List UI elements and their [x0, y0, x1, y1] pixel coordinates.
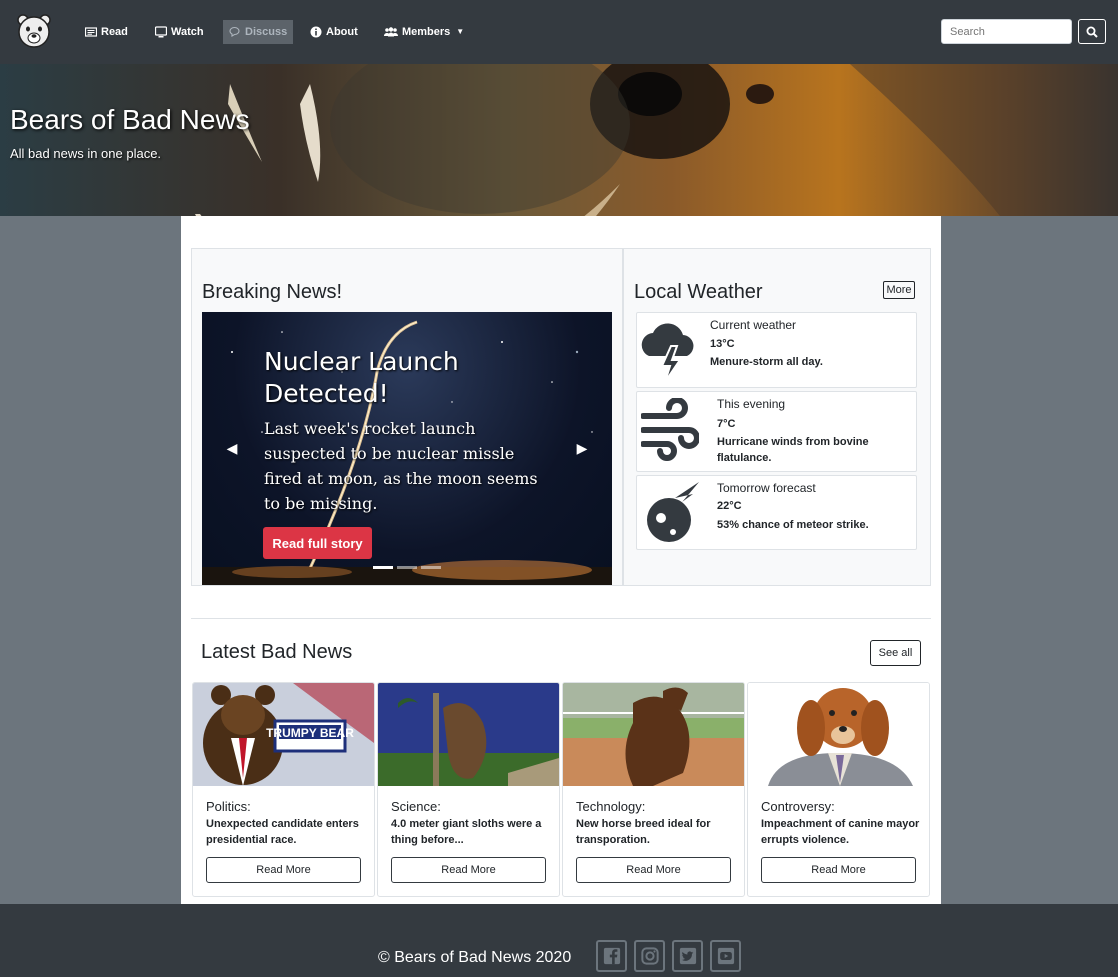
nav-members-label: Members [402, 26, 451, 38]
breaking-news-title: Breaking News! [202, 281, 343, 303]
read-more-button[interactable]: Read More [206, 857, 361, 883]
nav-read[interactable]: Read [85, 20, 128, 44]
news-headline: Impeachment of canine mayor errupts viol… [761, 818, 920, 846]
footer-copyright: © Bears of Bad News 2020 [378, 949, 572, 966]
giant-sloth-image [378, 683, 559, 786]
nav-discuss-label: Discuss [245, 26, 288, 38]
carousel-indicator-1[interactable] [373, 566, 393, 569]
news-category: Science: [391, 799, 441, 814]
weather-temp: 22°C [717, 500, 742, 512]
search-input[interactable] [941, 19, 1072, 44]
instagram-icon[interactable] [634, 940, 665, 972]
bear-banner-image [195, 64, 1118, 216]
weather-temp: 13°C [710, 338, 735, 350]
caret-down-icon: ▼ [456, 27, 465, 36]
hero-title: Bears of Bad News [10, 104, 250, 135]
nav-watch[interactable]: Watch [155, 20, 204, 44]
teddy-bear-image: TRUMPY BEAR [193, 683, 374, 786]
news-card-controversy: Controversy: Impeachment of canine mayor… [747, 682, 930, 897]
chat-icon [229, 26, 240, 37]
navbar: Read Watch Discuss About Members ▼ [0, 0, 1118, 64]
monitor-icon [155, 26, 167, 38]
storm-icon [641, 316, 699, 383]
news-card-science: Science: 4.0 meter giant sloths were a t… [377, 682, 560, 897]
news-category: Controversy: [761, 799, 835, 814]
read-more-button[interactable]: Read More [391, 857, 546, 883]
weather-label: This evening [717, 397, 786, 411]
horse-image [563, 683, 744, 786]
carousel-indicator-3[interactable] [421, 566, 441, 569]
newspaper-icon [85, 27, 97, 37]
section-divider [191, 618, 931, 619]
news-headline: Unexpected candidate enters presidential… [206, 818, 359, 846]
meteor-icon [641, 480, 699, 546]
image-sign-text: TRUMPY BEAR [266, 726, 354, 740]
weather-desc: 53% chance of meteor strike. [717, 519, 869, 531]
news-card-politics: TRUMPY BEAR Politics: Unexpected candida… [192, 682, 375, 897]
nav-discuss[interactable]: Discuss [223, 20, 294, 44]
read-more-button[interactable]: Read More [761, 857, 916, 883]
read-full-story-button[interactable]: Read full story [263, 527, 372, 559]
weather-label: Current weather [710, 318, 797, 332]
search-icon [1086, 26, 1098, 38]
news-headline: 4.0 meter giant sloths were a thing befo… [391, 818, 542, 846]
carousel-indicator-2[interactable] [397, 566, 417, 569]
slide-title: Nuclear Launch Detected! [264, 347, 459, 408]
bear-logo-icon[interactable] [16, 13, 52, 49]
nav-about[interactable]: About [310, 20, 358, 44]
hero-subtitle: All bad news in one place. [10, 146, 162, 161]
weather-temp: 7°C [717, 418, 736, 430]
carousel-next-icon[interactable]: ▶ [576, 440, 588, 456]
twitter-icon[interactable] [672, 940, 703, 972]
users-icon [384, 27, 398, 37]
weather-desc: Menure-storm all day. [710, 356, 823, 368]
read-more-button[interactable]: Read More [576, 857, 731, 883]
weather-label: Tomorrow forecast [717, 481, 816, 495]
news-category: Politics: [206, 799, 251, 814]
nav-about-label: About [326, 26, 358, 38]
news-category: Technology: [576, 799, 646, 814]
news-card-technology: Technology: New horse breed ideal for tr… [562, 682, 745, 897]
wind-icon [640, 397, 700, 464]
weather-more-button[interactable]: More [883, 281, 915, 299]
info-icon [310, 26, 322, 38]
slide-text: Last week's rocket launch suspected to b… [264, 419, 538, 513]
nav-read-label: Read [101, 26, 128, 38]
nav-watch-label: Watch [171, 26, 204, 38]
nav-members-dropdown[interactable]: Members ▼ [384, 20, 464, 44]
hero-banner: Bears of Bad News All bad news in one pl… [0, 64, 1118, 216]
see-all-button[interactable]: See all [870, 640, 921, 666]
youtube-icon[interactable] [710, 940, 741, 972]
dog-mayor-image [748, 683, 929, 786]
search-button[interactable] [1078, 19, 1106, 44]
latest-news-title: Latest Bad News [201, 641, 353, 663]
facebook-icon[interactable] [596, 940, 627, 972]
carousel-prev-icon[interactable]: ◀ [226, 440, 238, 456]
news-headline: New horse breed ideal for transporation. [576, 818, 711, 846]
weather-desc: Hurricane winds from bovine flatulance. [717, 436, 869, 464]
weather-title: Local Weather [634, 281, 763, 303]
